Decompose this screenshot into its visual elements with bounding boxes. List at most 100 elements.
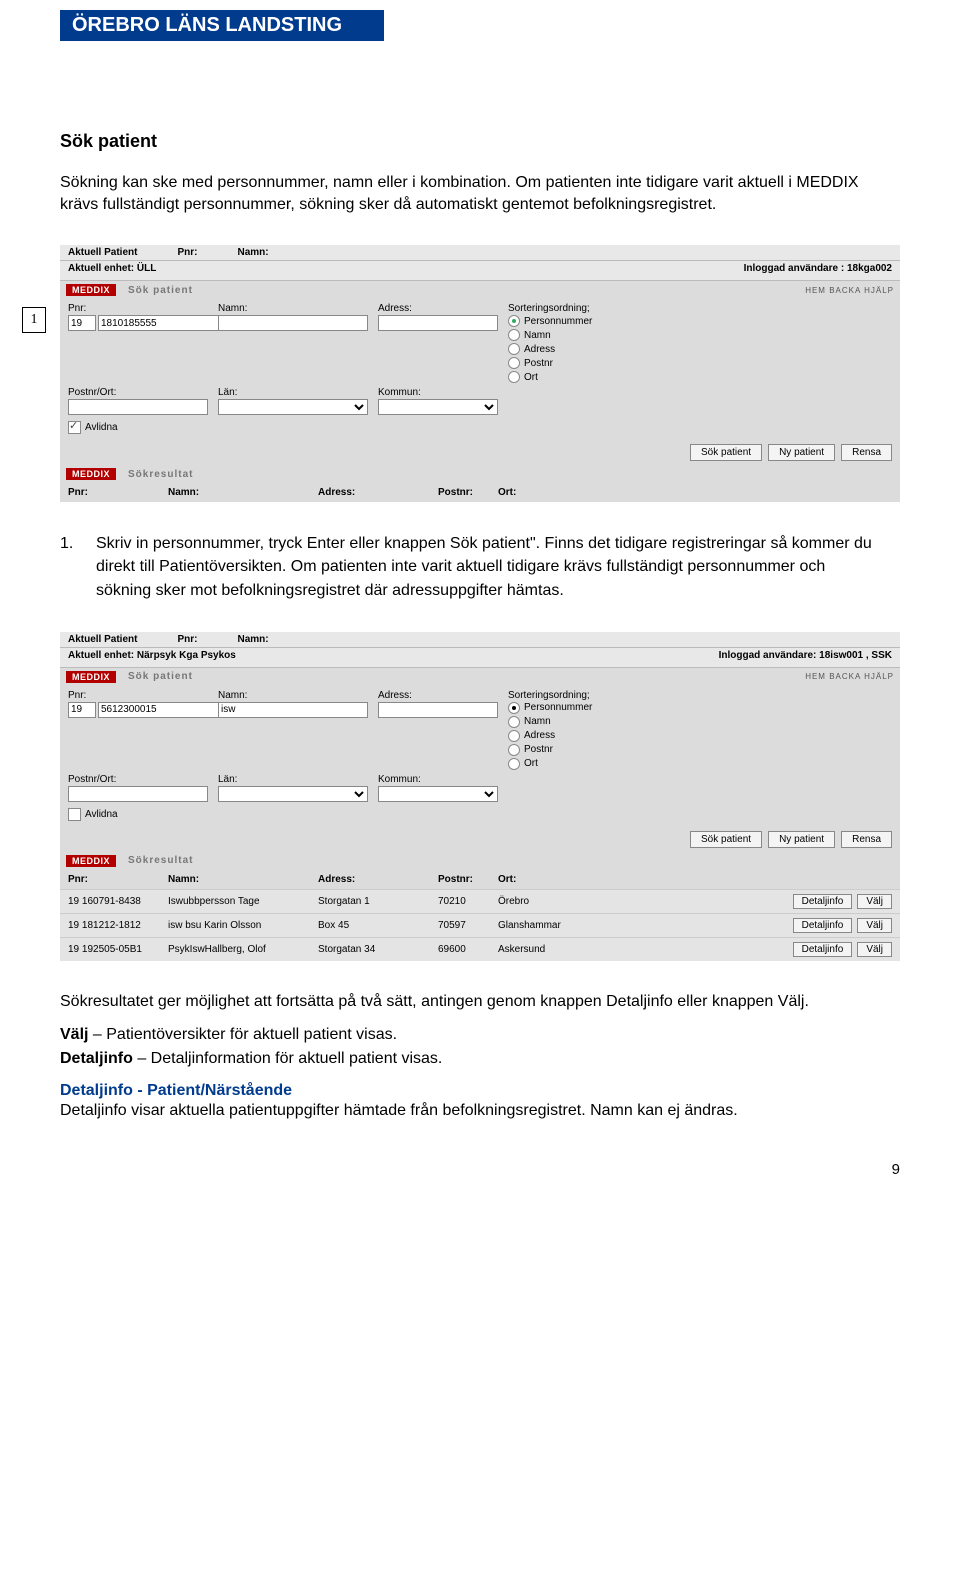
- rc-pst: 69600: [438, 944, 498, 955]
- org-header: ÖREBRO LÄNS LANDSTING: [60, 10, 384, 41]
- shot2-form: Pnr: Namn: Adress: Sorteringsordning;: [60, 686, 900, 827]
- avlidna-checkbox[interactable]: [68, 421, 81, 434]
- ny-patient-button[interactable]: Ny patient: [768, 444, 835, 461]
- avlidna-label-2: Avlidna: [85, 809, 118, 820]
- table-row: 19 160791-8438 Iswubbpersson Tage Storga…: [60, 889, 900, 913]
- inloggad-label-2: Inloggad användare: 18isw001 , SSK: [719, 650, 892, 661]
- lan-select-2[interactable]: [218, 786, 368, 802]
- pnr-prefix-input-2[interactable]: [68, 702, 96, 718]
- sortopt-2: Adress: [524, 344, 555, 355]
- shot1-result-head: Pnr: Namn: Adress: Postnr: Ort:: [60, 483, 900, 502]
- rh-pst: Postnr:: [438, 487, 498, 498]
- postnr-input[interactable]: [68, 399, 208, 415]
- avlidna-label: Avlidna: [85, 422, 118, 433]
- sokresultat-title-2: Sökresultat: [128, 855, 193, 866]
- radio-namn[interactable]: [508, 329, 520, 341]
- shot1-resultbar: MEDDIX Sökresultat: [60, 465, 900, 483]
- namn-hdr-label: Namn:: [237, 247, 268, 258]
- avlidna-checkbox-2[interactable]: [68, 808, 81, 821]
- kommun-select[interactable]: [378, 399, 498, 415]
- nav-links[interactable]: HEM BACKA HJÄLP: [805, 286, 894, 295]
- detaljinfo-desc: – Detaljinformation för aktuell patient …: [133, 1050, 442, 1067]
- sok-patient-button-2[interactable]: Sök patient: [690, 831, 762, 848]
- step-number: 1.: [60, 532, 80, 602]
- shot2-row2: Aktuell enhet: Närpsyk Kga Psykos Inlogg…: [60, 648, 900, 668]
- rc-pnr: 19 192505-05B1: [68, 944, 168, 955]
- lan-label: Län:: [218, 387, 368, 398]
- adress-input-2[interactable]: [378, 702, 498, 718]
- rc-pst: 70210: [438, 896, 498, 907]
- pnr-input-2[interactable]: [98, 702, 236, 718]
- ny-patient-button-2[interactable]: Ny patient: [768, 831, 835, 848]
- shot1-searchbar: MEDDIX Sök patient HEM BACKA HJÄLP: [60, 281, 900, 299]
- rc-adr: Storgatan 1: [318, 896, 438, 907]
- meddix-tag: MEDDIX: [66, 284, 116, 296]
- radio-postnr-2[interactable]: [508, 744, 520, 756]
- valj-button[interactable]: Välj: [857, 894, 892, 909]
- table-row: 19 181212-1812 isw bsu Karin Olsson Box …: [60, 913, 900, 937]
- radio-personnummer-2[interactable]: [508, 702, 520, 714]
- postnr-input-2[interactable]: [68, 786, 208, 802]
- para-detaljinfo: Detaljinfo – Detaljinformation för aktue…: [60, 1048, 900, 1070]
- detaljinfo-button[interactable]: Detaljinfo: [793, 894, 853, 909]
- adress-input[interactable]: [378, 315, 498, 331]
- rh2-ort: Ort:: [498, 874, 598, 885]
- detaljinfo-button[interactable]: Detaljinfo: [793, 918, 853, 933]
- detaljinfo-term: Detaljinfo: [60, 1050, 133, 1067]
- rc-ort: Glanshammar: [498, 920, 793, 931]
- shot1-buttons: Sök patient Ny patient Rensa: [60, 440, 900, 465]
- radio-postnr[interactable]: [508, 357, 520, 369]
- lan-select[interactable]: [218, 399, 368, 415]
- valj-term: Välj: [60, 1026, 88, 1043]
- rensa-button[interactable]: Rensa: [841, 444, 892, 461]
- para-detaljinfo-desc: Detaljinfo visar aktuella patientuppgift…: [60, 1100, 900, 1122]
- rc-namn: Iswubbpersson Tage: [168, 896, 318, 907]
- para-valj: Välj – Patientöversikter för aktuell pat…: [60, 1024, 900, 1046]
- sort-label-2: Sorteringsordning;: [508, 690, 892, 701]
- nav-links-2[interactable]: HEM BACKA HJÄLP: [805, 672, 894, 681]
- rc-pnr: 19 160791-8438: [68, 896, 168, 907]
- kommun-label: Kommun:: [378, 387, 498, 398]
- namn-input-2[interactable]: [218, 702, 368, 718]
- table-row: 19 192505-05B1 PsykIswHallberg, Olof Sto…: [60, 937, 900, 961]
- sortopt-0: Personnummer: [524, 316, 592, 327]
- radio-adress[interactable]: [508, 343, 520, 355]
- rc-adr: Box 45: [318, 920, 438, 931]
- rh-ort: Ort:: [498, 487, 598, 498]
- radio-ort[interactable]: [508, 371, 520, 383]
- pnr-input[interactable]: [98, 315, 236, 331]
- rensa-button-2[interactable]: Rensa: [841, 831, 892, 848]
- radio-personnummer[interactable]: [508, 315, 520, 327]
- postnr-label: Postnr/Ort:: [68, 387, 208, 398]
- radio-namn-2[interactable]: [508, 716, 520, 728]
- rc-namn: PsykIswHallberg, Olof: [168, 944, 318, 955]
- shot2-row1: Aktuell Patient Pnr: Namn:: [60, 632, 900, 648]
- meddix-tag-2: MEDDIX: [66, 468, 116, 480]
- radio-adress-2[interactable]: [508, 730, 520, 742]
- rh2-pst: Postnr:: [438, 874, 498, 885]
- shot1-row1: Aktuell Patient Pnr: Namn:: [60, 245, 900, 261]
- adress-label: Adress:: [378, 303, 498, 314]
- callout-1: 1: [22, 307, 46, 333]
- rh-pnr: Pnr:: [68, 487, 168, 498]
- rc-adr: Storgatan 34: [318, 944, 438, 955]
- valj-desc: – Patientöversikter för aktuell patient …: [88, 1026, 397, 1043]
- rh2-namn: Namn:: [168, 874, 318, 885]
- pnr-prefix-input[interactable]: [68, 315, 96, 331]
- radio-ort-2[interactable]: [508, 758, 520, 770]
- shot1-row2: Aktuell enhet: ÜLL Inloggad användare : …: [60, 261, 900, 281]
- detaljinfo-button[interactable]: Detaljinfo: [793, 942, 853, 957]
- kommun-select-2[interactable]: [378, 786, 498, 802]
- postnr-label-2: Postnr/Ort:: [68, 774, 208, 785]
- sort-label: Sorteringsordning;: [508, 303, 892, 314]
- namn-input[interactable]: [218, 315, 368, 331]
- aktuell-enhet-label-2: Aktuell enhet: Närpsyk Kga Psykos: [68, 650, 236, 661]
- pnr-hdr-label-2: Pnr:: [177, 634, 197, 645]
- shot2-resultbar: MEDDIX Sökresultat: [60, 852, 900, 870]
- valj-button[interactable]: Välj: [857, 942, 892, 957]
- sok-patient-title: Sök patient: [128, 285, 193, 296]
- step-text: Skriv in personnummer, tryck Enter eller…: [96, 532, 900, 602]
- rh2-adr: Adress:: [318, 874, 438, 885]
- valj-button[interactable]: Välj: [857, 918, 892, 933]
- sok-patient-button[interactable]: Sök patient: [690, 444, 762, 461]
